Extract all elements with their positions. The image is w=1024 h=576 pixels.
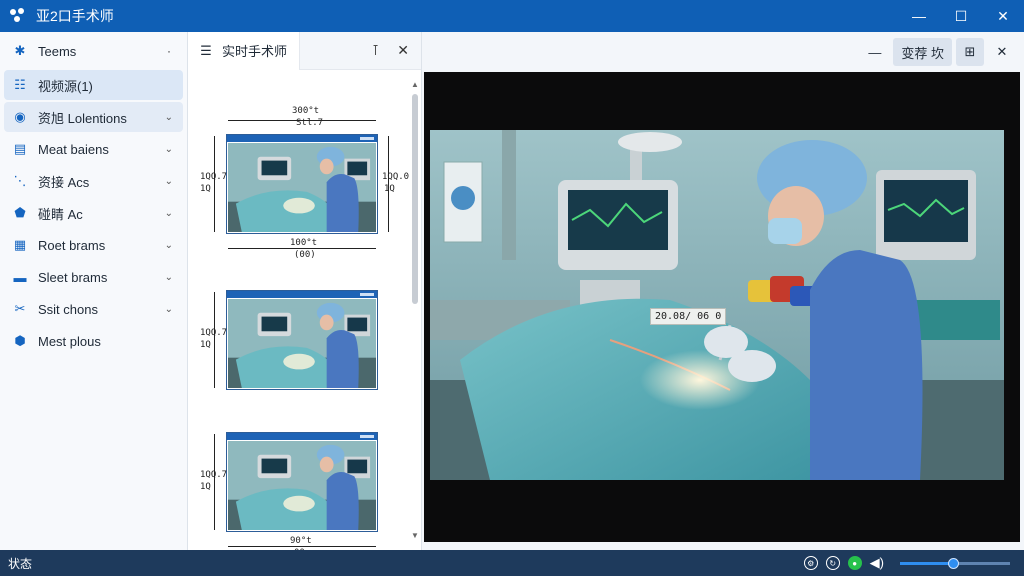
list-icon: ☷ [14,77,26,92]
thumbnail-titlebar [227,291,377,298]
dimension-line [214,434,215,530]
thumbnail-titlebar [227,433,377,440]
list-icon: ☰ [200,42,212,58]
dimension-line [228,248,376,249]
viewer-dash-button[interactable]: — [860,38,889,66]
chevron-down-icon[interactable]: ⌄ [165,240,173,251]
pin-icon[interactable]: ⊺ [372,42,379,59]
volume-slider[interactable] [900,557,1010,569]
sidebar-item-label: 资旭 Lolentions [38,110,127,126]
video-frame[interactable]: 20.08/ 06 0 [424,72,1020,542]
sidebar-item-1[interactable]: ◉ 资旭 Lolentions ⌄ [4,102,183,132]
viewer-toolbar: — 变荐 坎 ⊞ ✕ [422,32,1024,72]
dimension-label-left-sub: 1Q [200,184,211,194]
tab-live-surgery[interactable]: ☰ 实时手术师 [188,31,300,70]
thumbnail-panel: ☰ 实时手术师 ⊺ ✕ 300°tStl.71QQ.71Q1QQ.01Q100°… [188,31,422,558]
dimension-label-top: 300°t [292,106,320,116]
sidebar-item-label: 视频源(1) [38,78,93,94]
dimension-label-right-sub: 1Q [384,184,395,194]
video-viewer: — 变荐 坎 ⊞ ✕ 20.08/ 06 0 [422,32,1024,550]
chevron-down-icon[interactable]: ⌄ [165,272,173,283]
hexagon-icon: ⬢ [14,333,26,348]
sidebar-item-label: 资接 Acs [38,174,90,190]
volume-knob[interactable] [947,557,959,569]
dimension-line [214,136,215,232]
dimension-label-bottom-sub: (00) [294,250,316,260]
sidebar-item-4[interactable]: ⬟ 碰睛 Ac ⌄ [4,198,183,228]
maximize-button[interactable]: ☐ [940,0,982,32]
sidebar-item-8[interactable]: ⬢ Mest plous [4,326,183,356]
grid-icon: ▦ [13,237,27,252]
thumbnail-list: 300°tStl.71QQ.71Q1QQ.01Q100°t(00)1QQ.71Q… [188,70,410,558]
dimension-line [228,546,376,547]
sidebar-item-label: Meat baiens [38,141,109,157]
online-indicator-icon: ● [847,556,862,570]
chevron-down-icon[interactable]: ⌄ [165,144,173,155]
minimize-button[interactable]: — [898,0,940,32]
surgery-video-image [430,130,1004,480]
scroll-down-icon[interactable]: ▼ [411,531,419,540]
sidebar-item-5[interactable]: ▦ Roet brams ⌄ [4,230,183,260]
close-button[interactable]: ✕ [982,0,1024,32]
dimension-label-left-sub: 1Q [200,340,211,350]
eye-icon: ◉ [14,109,26,124]
dimension-label-bottom: 90°t [290,536,312,546]
speaker-icon[interactable]: ◀) [870,555,884,571]
sidebar-header[interactable]: ✱ Teems · [0,32,187,70]
thumbnail-0[interactable] [226,134,378,234]
sidebar-item-label: Sleet brams [38,269,108,285]
refresh-icon[interactable]: ↻ [825,556,840,570]
file-icon: ▬ [13,269,27,285]
status-bar: 状态 ⚙ ↻ ● ◀) [0,550,1024,576]
sidebar-item-3[interactable]: ⋱ 资接 Acs ⌄ [4,166,183,196]
share-icon: ⋱ [13,173,27,188]
viewer-mode-button[interactable]: 变荐 坎 [893,38,952,66]
thumbnail-1[interactable] [226,290,378,390]
thumbnail-2[interactable] [226,432,378,532]
scroll-up-icon[interactable]: ▲ [411,80,419,89]
dimension-label-bottom: 100°t [290,238,318,248]
dimension-label-left-sub: 1Q [200,482,211,492]
thumbnail-image [228,441,376,530]
dimension-line [214,292,215,388]
thumbnail-image [228,143,376,232]
panel-close-icon[interactable]: ✕ [397,42,409,59]
sidebar-item-2[interactable]: ▤ Meat baiens ⌄ [4,134,183,164]
chevron-down-icon[interactable]: ⌄ [165,208,173,219]
chevron-down-icon[interactable]: ⌄ [165,112,173,123]
dimension-label-right: 1QQ.0 [382,172,410,182]
app-logo-icon [10,8,26,24]
sidebar: ✱ Teems · ☷ 视频源(1) ◉ 资旭 Lolentions ⌄ ▤ Meat ba… [0,32,188,550]
viewer-close-button[interactable]: ✕ [988,38,1016,66]
status-text: 状态 [8,556,33,571]
sidebar-item-7[interactable]: ✂ Ssit chons ⌄ [4,294,183,324]
tools-icon: ✂ [14,301,26,316]
document-icon: ▤ [13,141,27,156]
sidebar-item-label: Ssit chons [38,301,98,317]
sidebar-item-label: 碰睛 Ac [38,206,83,222]
title-bar: 亚2口手术师 — ☐ ✕ [0,0,1024,32]
chevron-down-icon[interactable]: ⌄ [165,176,173,187]
sidebar-item-6[interactable]: ▬ Sleet brams ⌄ [4,262,183,292]
dimension-label-top-sub: Stl.7 [296,118,324,128]
sidebar-item-label: Roet brams [38,237,106,253]
sidebar-header-dot: · [167,44,171,58]
sidebar-item-0[interactable]: ☷ 视频源(1) [4,70,183,100]
scroll-thumb[interactable] [412,94,418,304]
viewer-grid-button[interactable]: ⊞ [956,38,984,66]
puzzle-icon: ✱ [14,43,26,58]
window-title: 亚2口手术师 [36,8,114,24]
sidebar-item-label: Mest plous [38,333,101,349]
thumbnail-tabbar: ☰ 实时手术师 ⊺ ✕ [188,31,421,70]
settings-icon[interactable]: ⚙ [803,556,818,570]
shield-icon: ⬟ [14,205,26,220]
tab-label: 实时手术师 [222,44,288,59]
thumbnail-scrollbar[interactable]: ▲ ▼ [411,80,419,540]
timestamp-overlay: 20.08/ 06 0 [650,308,727,325]
chevron-down-icon[interactable]: ⌄ [165,304,173,315]
thumbnail-image [228,299,376,388]
thumbnail-titlebar [227,135,377,142]
sidebar-header-label: Teems [38,43,77,59]
